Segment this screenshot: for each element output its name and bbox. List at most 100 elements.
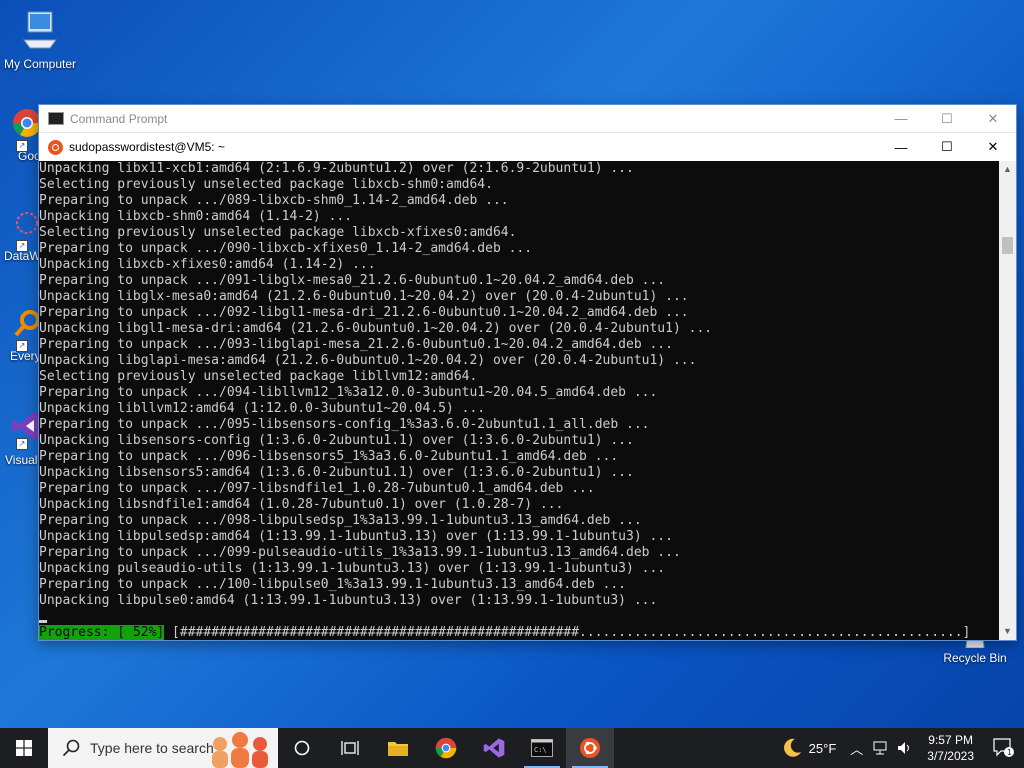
start-button[interactable] [0,728,48,768]
shortcut-arrow-icon: ↗ [16,240,28,252]
chevron-up-icon[interactable]: ︿ [850,739,863,758]
task-view-button[interactable] [278,728,326,768]
scroll-down-arrow-icon[interactable]: ▼ [999,623,1016,640]
ssh-session-titlebar[interactable]: sudopasswordistest@VM5: ~ — ☐ ✕ [39,132,1016,161]
terminal-line: Unpacking libgl1-mesa-dri:amd64 (21.2.6-… [39,321,713,336]
svg-text:C:\: C:\ [534,746,547,754]
datawrapper-icon [16,212,38,234]
search-icon [62,739,80,757]
session-window-controls: — ☐ ✕ [878,133,1016,161]
session-title: sudopasswordistest@VM5: ~ [69,140,225,154]
file-explorer-icon [388,742,408,756]
taskbar-chrome[interactable] [422,728,470,768]
taskbar-ubuntu[interactable] [566,728,614,768]
terminal-line: Unpacking libglapi-mesa:amd64 (21.2.6-0u… [39,353,697,368]
terminal-line: Preparing to unpack .../090-libxcb-xfixe… [39,241,533,256]
task-view-icon-button[interactable] [326,728,374,768]
taskbar-clock[interactable]: 9:57 PM 3/7/2023 [917,732,984,764]
desktop-icon-everything[interactable]: ↗ Every [0,308,40,363]
shortcut-arrow-icon: ↗ [16,438,28,450]
host-window-controls: — ☐ ✕ [878,105,1016,132]
maximize-button[interactable]: ☐ [924,105,970,132]
desktop-icon-datawrapper[interactable]: ↗ DataW [0,208,40,263]
search-highlight-people-icon [212,732,268,768]
vertical-scrollbar[interactable]: ▲ ▼ [999,161,1016,640]
weather-temperature[interactable]: 25°F [809,741,837,756]
terminal-line: Unpacking libpulsedsp:amd64 (1:13.99.1-1… [39,529,673,544]
terminal-line: Preparing to unpack .../098-libpulsedsp_… [39,513,642,528]
chrome-icon [13,109,40,137]
desktop-icon-label: Visual 20 [5,453,40,467]
shortcut-arrow-icon: ↗ [16,140,28,152]
terminal-line: Selecting previously unselected package … [39,369,478,384]
session-minimize-button[interactable]: — [878,133,924,161]
terminal-line: Unpacking libxcb-xfixes0:amd64 (1.14-2) … [39,257,376,272]
taskbar-visual-studio[interactable] [470,728,518,768]
terminal-line: Unpacking libx11-xcb1:amd64 (2:1.6.9-2ub… [39,161,634,176]
command-prompt-icon: C:\ [531,739,553,757]
terminal-line: Preparing to unpack .../096-libsensors5_… [39,449,619,464]
ubuntu-icon [48,139,63,155]
taskbar-command-prompt[interactable]: C:\ [518,728,566,768]
terminal-line: Preparing to unpack .../092-libgl1-mesa-… [39,305,689,320]
clock-date: 3/7/2023 [927,749,974,763]
terminal-line: Preparing to unpack .../100-libpulse0_1%… [39,577,626,592]
visual-studio-icon [483,738,505,758]
terminal-line: Unpacking libsensors-config (1:3.6.0-2ub… [39,433,634,448]
progress-label: Progress: [ 52%] [39,625,165,640]
computer-icon [23,11,57,49]
terminal-line: Preparing to unpack .../091-libglx-mesa0… [39,273,666,288]
shortcut-arrow-icon: ↗ [16,340,28,352]
cortana-circle-icon [294,740,310,756]
apt-progress-line: Progress: [ 52%] [######################… [39,625,999,640]
network-icon[interactable] [873,741,889,755]
terminal-line: Unpacking libxcb-shm0:amd64 (1.14-2) ... [39,209,353,224]
close-button[interactable]: ✕ [970,105,1016,132]
terminal-line: Unpacking libllvm12:amd64 (1:12.0.0-3ubu… [39,401,486,416]
terminal-line: Unpacking pulseaudio-utils (1:13.99.1-1u… [39,561,666,576]
progress-bar: [#######################################… [164,625,971,640]
session-close-button[interactable]: ✕ [970,133,1016,161]
taskbar: Type here to search C:\ 25°F ︿ 9:57 PM 3… [0,728,1024,768]
desktop-icon-label: Recycle Bin [943,651,1007,665]
terminal-line: Unpacking libsndfile1:amd64 (1.0.28-7ubu… [39,497,564,512]
terminal-line: Preparing to unpack .../093-libglapi-mes… [39,337,673,352]
terminal-line: Preparing to unpack .../089-libxcb-shm0_… [39,193,509,208]
notification-count: 1 [1007,748,1012,757]
terminal-line: Unpacking libglx-mesa0:amd64 (21.2.6-0ub… [39,289,689,304]
terminal-output[interactable]: Unpacking libx11-xcb1:amd64 (2:1.6.9-2ub… [39,161,999,640]
terminal-line: Unpacking libpulse0:amd64 (1:13.99.1-1ub… [39,593,658,608]
host-titlebar[interactable]: Command Prompt — ☐ ✕ [39,105,1016,132]
taskbar-file-explorer[interactable] [374,728,422,768]
cmd-app-icon [48,112,64,125]
weather-moon-icon[interactable] [781,737,803,759]
terminal-line: Preparing to unpack .../094-libllvm12_1%… [39,385,658,400]
notification-icon: 1 [993,738,1014,757]
window-title: Command Prompt [70,111,168,126]
everything-search-icon [14,310,40,337]
system-tray: 25°F ︿ 9:57 PM 3/7/2023 1 [781,728,1024,768]
minimize-button[interactable]: — [878,105,924,132]
desktop-icon-label: My Computer [3,57,77,71]
session-maximize-button[interactable]: ☐ [924,133,970,161]
task-view-icon [341,741,359,755]
taskbar-search-box[interactable]: Type here to search [48,728,278,768]
terminal-line: Unpacking libsensors5:amd64 (1:3.6.0-2ub… [39,465,634,480]
terminal-line: Selecting previously unselected package … [39,177,493,192]
desktop-icon-chrome[interactable]: ↗ Goo Chr [0,108,40,163]
volume-icon[interactable] [897,741,913,755]
ubuntu-icon [580,738,600,758]
terminal-line: Preparing to unpack .../097-libsndfile1_… [39,481,595,496]
command-prompt-window[interactable]: Command Prompt — ☐ ✕ sudopasswordistest@… [39,105,1016,640]
desktop-icon-visual-studio[interactable]: ↗ Visual 20 [0,410,40,467]
terminal-line: Selecting previously unselected package … [39,225,517,240]
clock-time: 9:57 PM [928,733,973,747]
notification-center-button[interactable]: 1 [984,728,1024,768]
scroll-up-arrow-icon[interactable]: ▲ [999,161,1016,178]
scrollbar-thumb[interactable] [1002,237,1013,254]
terminal-lines: Unpacking libx11-xcb1:amd64 (2:1.6.9-2ub… [39,161,999,609]
search-placeholder: Type here to search [90,740,214,756]
terminal-line: Preparing to unpack .../095-libsensors-c… [39,417,650,432]
desktop-icon-my-computer[interactable]: My Computer [0,8,80,71]
terminal-line: Preparing to unpack .../099-pulseaudio-u… [39,545,681,560]
